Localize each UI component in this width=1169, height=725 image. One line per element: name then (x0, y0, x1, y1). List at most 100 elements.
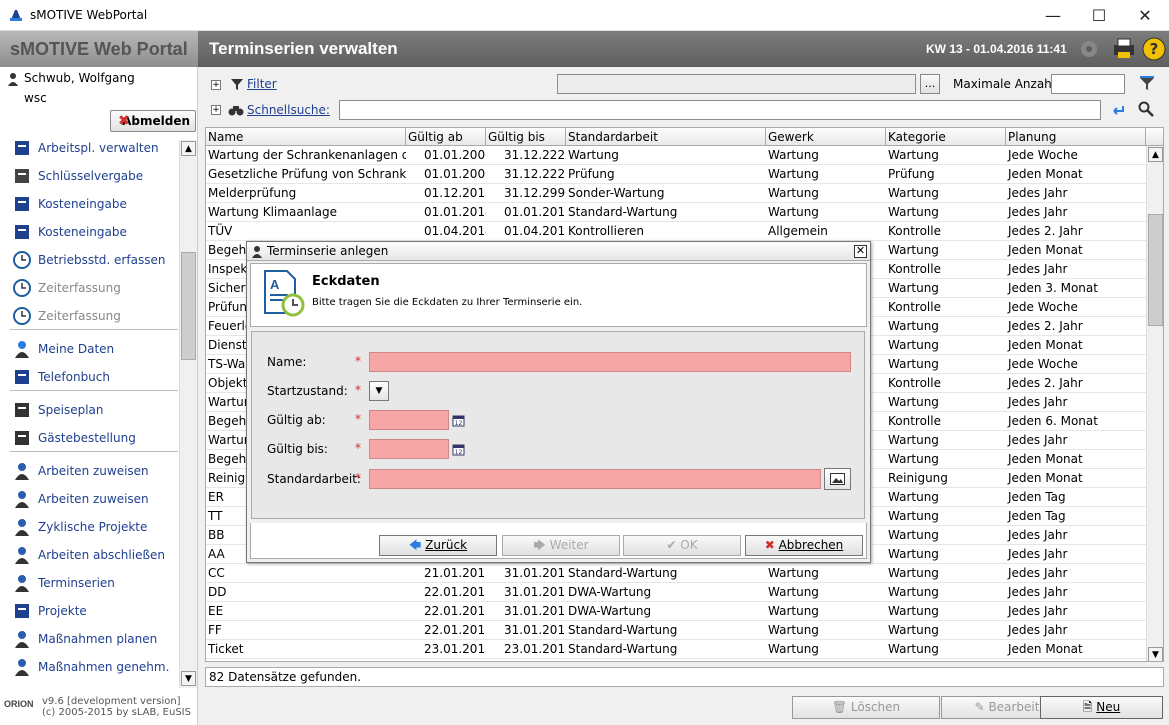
column-header[interactable]: Standardarbeit (566, 128, 766, 146)
sidebar-item-label: Arbeiten zuweisen (38, 492, 149, 506)
table-cell: EE (208, 604, 224, 618)
worker-icon (15, 491, 29, 508)
table-row[interactable]: Wartung Klimaanlage 01.01.2014 01.01.2016 S… (206, 203, 1146, 222)
table-row[interactable]: FF 22.01.2015 31.01.2016 Standard-Wartung Wa… (206, 621, 1146, 640)
table-scroll-thumb[interactable] (1148, 214, 1163, 326)
sidebar-item[interactable]: Telefonbuch (10, 366, 110, 392)
scroll-down-icon[interactable]: ▼ (181, 671, 196, 686)
table-row[interactable]: Ticket 23.01.2015 23.01.2016 Standard-Wartu… (206, 640, 1146, 659)
sidebar-item[interactable]: Zeiterfassung (10, 277, 121, 303)
sidebar-item[interactable]: Arbeiten abschließen (10, 544, 165, 570)
column-header[interactable]: Gültig ab (406, 128, 486, 146)
sidebar-item-label: Terminserien (38, 576, 115, 590)
menu-icon (15, 403, 29, 417)
svg-text:?: ? (1150, 40, 1159, 58)
valid-to-field[interactable] (369, 439, 449, 459)
arrow-left-icon: 🡄 (408, 538, 422, 552)
table-row[interactable]: Wartung der Schrankenanlagen d... 01.01.2… (206, 146, 1146, 165)
sidebar-item[interactable]: Betriebsstd. erfassen (10, 249, 165, 275)
filter-link[interactable]: Filter (247, 77, 277, 91)
cancel-label: Abbrechen (778, 538, 844, 552)
sidebar-item[interactable]: Meine Daten (10, 338, 114, 364)
sidebar-item[interactable]: Maßnahmen genehm. (10, 656, 169, 682)
sidebar-item[interactable]: Arbeiten zuweisen (10, 488, 149, 514)
project-icon (15, 604, 29, 618)
column-header[interactable]: Planung (1006, 128, 1146, 146)
table-row[interactable]: TÜV 01.04.2014 01.04.2015 Kontrollieren Allg… (206, 222, 1146, 241)
column-header[interactable]: Gewerk (766, 128, 886, 146)
dialog-titlebar: Terminserie anlegen ✕ (247, 242, 870, 261)
reset-search-icon[interactable] (1111, 103, 1125, 117)
quicksearch-link[interactable]: Schnellsuche: (247, 103, 330, 117)
column-header[interactable]: Name (206, 128, 406, 146)
quicksearch-expand-toggle[interactable]: + (211, 105, 221, 115)
name-field[interactable] (369, 352, 851, 372)
help-icon[interactable]: ? (1141, 36, 1167, 62)
ok-button[interactable]: ✔ OK (623, 535, 741, 556)
worker-icon (15, 547, 29, 564)
scroll-up-icon[interactable]: ▲ (1148, 147, 1163, 162)
cost-icon (15, 197, 29, 211)
table-row[interactable]: DD 22.01.2015 31.01.2016 DWA-Wartung Wartung… (206, 583, 1146, 602)
logout-button[interactable]: ✖ Abmelden (110, 110, 196, 132)
table-cell: 31.01.2016 (504, 604, 566, 618)
nav-scrollbar[interactable]: ▲ ▼ (179, 140, 197, 688)
table-cell: Wartung Klimaanlage (208, 205, 337, 219)
table-cell: Jeden Tag (1008, 509, 1066, 523)
sidebar-item[interactable]: Kosteneingabe (10, 193, 127, 219)
sidebar-item[interactable]: Terminserien (10, 572, 115, 598)
table-row[interactable]: Gesetzliche Prüfung von Schranke... 01.01… (206, 165, 1146, 184)
search-icon[interactable] (1138, 101, 1154, 117)
standard-work-picker-button[interactable] (824, 468, 851, 490)
table-cell: Wartung (888, 547, 939, 561)
calendar-icon[interactable]: 12 (452, 414, 465, 427)
table-row[interactable]: CC 21.01.2015 31.01.2016 Standard-Wartung Wa… (206, 564, 1146, 583)
nav-scroll-thumb[interactable] (181, 252, 196, 360)
table-cell: Wartung (888, 281, 939, 295)
table-row[interactable]: EE 22.01.2015 31.01.2016 DWA-Wartung Wartung… (206, 602, 1146, 621)
sidebar-item[interactable]: Speiseplan (10, 399, 104, 425)
start-state-dropdown[interactable]: ▼ (369, 381, 389, 401)
close-window-button[interactable]: ✕ (1122, 0, 1168, 31)
sidebar-item[interactable]: Arbeiten zuweisen (10, 460, 149, 486)
dialog-close-button[interactable]: ✕ (854, 245, 867, 258)
table-cell: Jedes Jahr (1008, 395, 1068, 409)
valid-from-field[interactable] (369, 410, 449, 430)
settings-gear-icon[interactable] (1076, 36, 1102, 62)
next-button[interactable]: 🡆 Weiter (502, 535, 620, 556)
printer-icon[interactable] (1111, 36, 1137, 62)
sidebar-item[interactable]: Schlüsselvergabe (10, 165, 143, 191)
back-button[interactable]: 🡄 Zurück (379, 535, 497, 556)
table-scrollbar[interactable]: ▲ ▼ (1146, 146, 1163, 661)
arrow-right-icon: 🡆 (533, 538, 546, 552)
filter-expand-toggle[interactable]: + (211, 80, 221, 90)
sidebar-item[interactable]: Zeiterfassung (10, 305, 121, 331)
table-cell: Kontrolle (888, 376, 941, 390)
scroll-up-icon[interactable]: ▲ (181, 141, 196, 156)
filter-apply-icon[interactable] (1139, 76, 1155, 92)
sidebar-item[interactable]: Arbeitspl. verwalten (10, 137, 159, 163)
new-button[interactable]: 🗎 Neu (1040, 696, 1163, 719)
sidebar-item-label: Maßnahmen genehm. (38, 660, 170, 674)
column-header[interactable]: Kategorie (886, 128, 1006, 146)
sidebar-item[interactable]: Zyklische Projekte (10, 516, 147, 542)
max-count-input[interactable] (1051, 74, 1125, 94)
delete-button[interactable]: 🗑 Löschen (792, 696, 940, 719)
sidebar-item[interactable]: Gästebestellung (10, 427, 136, 453)
filter-browse-button[interactable]: ... (920, 74, 940, 94)
table-cell: 22.01.2015 (424, 585, 486, 599)
table-row[interactable]: Melderprüfung 01.12.2011 31.12.2999 Sonder-… (206, 184, 1146, 203)
sidebar-item[interactable]: Maßnahmen planen (10, 628, 157, 654)
sidebar-item[interactable]: Projekte (10, 600, 87, 626)
calendar-icon[interactable]: 12 (452, 443, 465, 456)
quicksearch-input[interactable] (339, 100, 1101, 120)
cancel-button[interactable]: ✖ Abbrechen (745, 535, 863, 556)
standard-work-field[interactable] (369, 469, 821, 489)
sidebar-item-label: Meine Daten (38, 342, 115, 356)
table-cell: Wartung (888, 509, 939, 523)
column-header[interactable]: Gültig bis (486, 128, 566, 146)
scroll-down-icon[interactable]: ▼ (1148, 647, 1163, 661)
sidebar-item[interactable]: Kosteneingabe (10, 221, 127, 247)
maximize-button[interactable]: ☐ (1076, 0, 1122, 31)
minimize-button[interactable]: — (1030, 0, 1076, 31)
